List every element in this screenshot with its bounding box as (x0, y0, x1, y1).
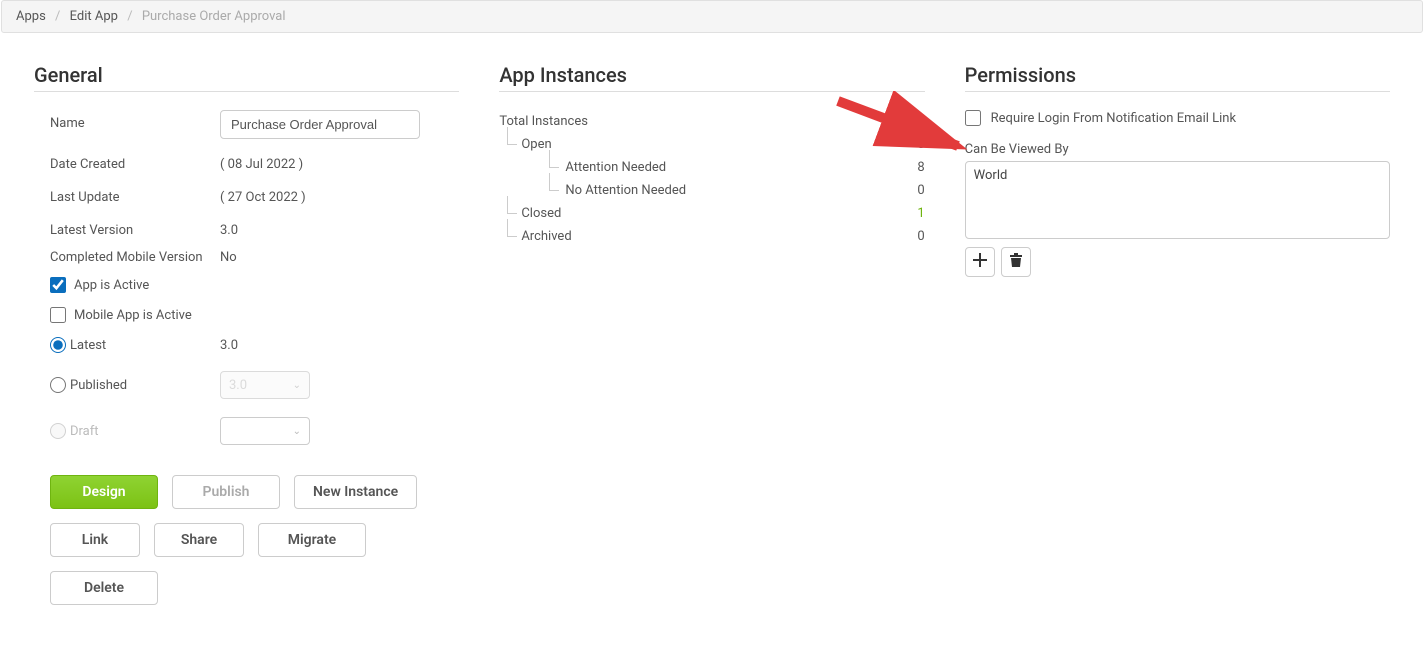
published-version-select[interactable]: 3.0 ⌄ (220, 371, 310, 399)
viewers-listbox[interactable]: World (965, 161, 1390, 239)
tree-line (507, 127, 517, 145)
chevron-down-icon: ⌄ (293, 426, 301, 437)
breadcrumb-separator: / (127, 9, 132, 24)
completed-mobile-value: No (220, 250, 237, 265)
archived-value: 0 (905, 229, 925, 244)
tree-line (549, 173, 559, 191)
name-label: Name (50, 110, 220, 131)
tree-line (507, 219, 517, 237)
app-active-checkbox[interactable] (50, 277, 66, 293)
breadcrumb-apps[interactable]: Apps (16, 9, 46, 24)
version-latest-value: 3.0 (220, 338, 238, 353)
breadcrumb-separator: / (55, 9, 60, 24)
require-login-label: Require Login From Notification Email Li… (991, 111, 1236, 126)
link-button[interactable]: Link (50, 523, 140, 557)
can-be-viewed-label: Can Be Viewed By (965, 142, 1390, 157)
no-attention-needed-label: No Attention Needed (565, 183, 686, 198)
version-latest-label: Latest (70, 338, 106, 353)
version-draft-label: Draft (70, 424, 99, 439)
action-buttons: Design Publish New Instance Link Share M… (34, 475, 459, 605)
version-published-radio[interactable] (50, 377, 66, 393)
total-instances-value: 9 (905, 114, 925, 129)
plus-icon (972, 252, 988, 273)
trash-icon (1009, 252, 1023, 273)
delete-button[interactable]: Delete (50, 571, 158, 605)
last-update-label: Last Update (50, 184, 220, 205)
publish-button[interactable]: Publish (172, 475, 280, 509)
breadcrumb-edit-app[interactable]: Edit App (70, 9, 118, 24)
draft-version-select[interactable]: ⌄ (220, 417, 310, 445)
mobile-app-active-checkbox[interactable] (50, 307, 66, 323)
latest-version-label: Latest Version (50, 217, 220, 238)
last-update-value: ( 27 Oct 2022 ) (220, 184, 306, 205)
archived-label: Archived (521, 229, 571, 244)
version-draft-radio[interactable] (50, 423, 66, 439)
share-button[interactable]: Share (154, 523, 244, 557)
add-viewer-button[interactable] (965, 247, 995, 277)
closed-label: Closed (521, 206, 561, 221)
migrate-button[interactable]: Migrate (258, 523, 366, 557)
app-active-label: App is Active (74, 278, 149, 293)
completed-mobile-label: Completed Mobile Version (50, 250, 220, 265)
breadcrumb-current: Purchase Order Approval (142, 9, 286, 24)
mobile-app-active-label: Mobile App is Active (74, 308, 192, 323)
require-login-checkbox[interactable] (965, 110, 981, 126)
version-published-label: Published (70, 378, 127, 393)
name-input[interactable] (220, 110, 420, 139)
tree-line (549, 150, 559, 168)
published-version-select-value: 3.0 (229, 378, 247, 393)
latest-version-value: 3.0 (220, 217, 238, 238)
permissions-heading: Permissions (965, 63, 1390, 87)
chevron-down-icon: ⌄ (293, 380, 301, 391)
attention-needed-label: Attention Needed (565, 160, 666, 175)
closed-value-link[interactable]: 1 (905, 206, 925, 221)
date-created-label: Date Created (50, 151, 220, 172)
permissions-section: Permissions Require Login From Notificat… (965, 53, 1390, 605)
date-created-value: ( 08 Jul 2022 ) (220, 151, 303, 172)
tree-line (507, 196, 517, 214)
open-label: Open (521, 137, 551, 152)
app-instances-heading: App Instances (499, 63, 924, 87)
breadcrumb: Apps / Edit App / Purchase Order Approva… (1, 0, 1423, 33)
new-instance-button[interactable]: New Instance (294, 475, 417, 509)
design-button[interactable]: Design (50, 475, 158, 509)
version-latest-radio[interactable] (50, 337, 66, 353)
attention-needed-value: 8 (905, 160, 925, 175)
remove-viewer-button[interactable] (1001, 247, 1031, 277)
general-heading: General (34, 63, 459, 87)
no-attention-needed-value: 0 (905, 183, 925, 198)
app-instances-section: App Instances Total Instances 9 Open 8 A… (499, 53, 924, 605)
viewer-item[interactable]: World (974, 168, 1008, 183)
open-value: 8 (905, 137, 925, 152)
general-section: General Name Date Created ( 08 Jul 2022 … (34, 53, 459, 605)
